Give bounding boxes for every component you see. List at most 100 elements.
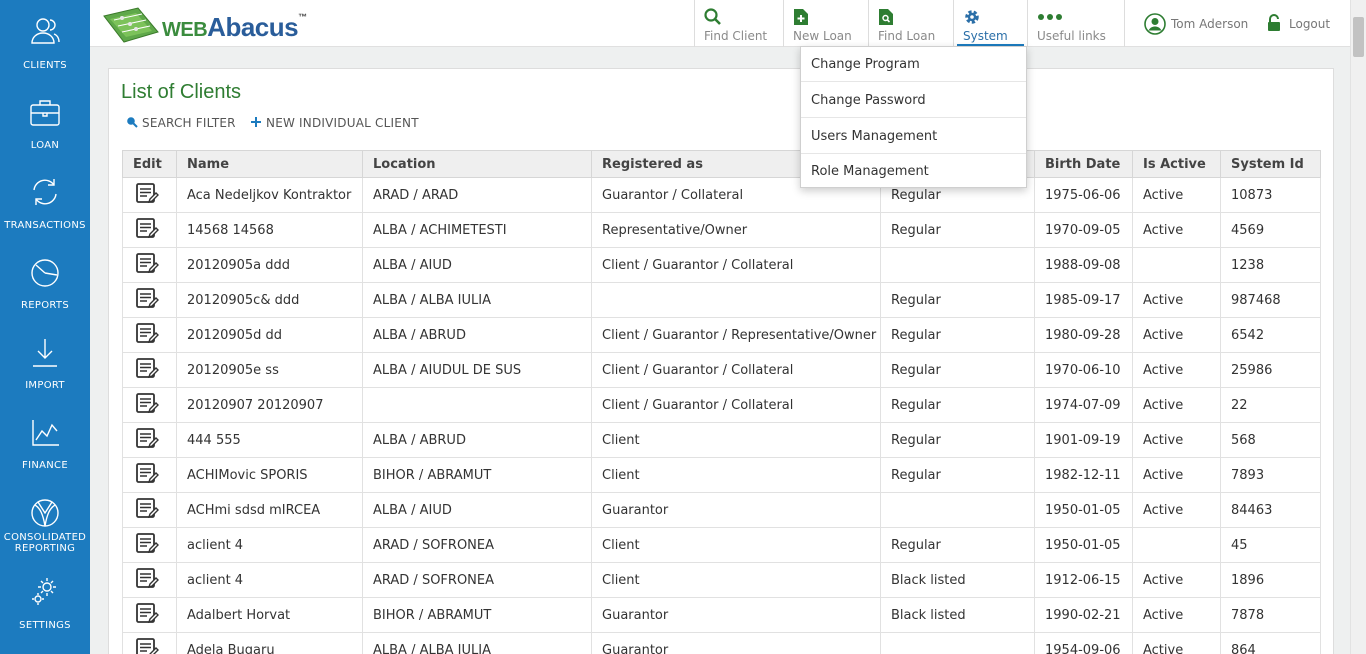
edit-icon[interactable] xyxy=(135,251,159,275)
sidebar-item-import[interactable]: IMPORT xyxy=(0,320,90,400)
table-row[interactable]: 20120905c& ddd ALBA / ALBA IULIA Regular 19… xyxy=(122,282,1321,318)
table-row[interactable]: 20120905a ddd ALBA / AIUD Client / Guarant… xyxy=(122,247,1321,283)
table-row[interactable]: aclient 4 ARAD / SOFRONEA Client Regular 195… xyxy=(122,527,1321,563)
edit-icon[interactable] xyxy=(135,566,159,590)
edit-icon[interactable] xyxy=(135,461,159,485)
nav-find-loan[interactable]: Find Loan xyxy=(868,0,953,47)
top-header: WEBAbacus™ Find Client New Loan Find Loa… xyxy=(90,0,1350,47)
sidebar-item-reports[interactable]: REPORTS xyxy=(0,240,90,320)
table-row[interactable]: 20120905d dd ALBA / ABRUD Client / Guarant… xyxy=(122,317,1321,353)
location-cell: ALBA / ABRUD xyxy=(362,317,592,353)
is-active-cell: Active xyxy=(1132,212,1221,248)
page-scrollbar[interactable] xyxy=(1350,0,1366,654)
location-cell: ALBA / AIUD xyxy=(362,247,592,283)
table-row[interactable]: ACHmi sdsd mIRCEA ALBA / AIUD Guarantor 195… xyxy=(122,492,1321,528)
user-avatar-icon[interactable] xyxy=(1144,13,1166,35)
is-active-cell: Active xyxy=(1132,632,1221,654)
page-title: List of Clients xyxy=(121,81,242,103)
edit-icon[interactable] xyxy=(135,321,159,345)
download-icon xyxy=(33,339,57,367)
search-filter-button[interactable]: SEARCH FILTER xyxy=(126,116,236,130)
menu-item-users-management[interactable]: Users Management xyxy=(801,119,1026,154)
sidebar-item-loan[interactable]: LOAN xyxy=(0,80,90,160)
menu-item-role-management[interactable]: Role Management xyxy=(801,154,1026,189)
user-area: Tom Aderson Logout xyxy=(1124,0,1350,47)
nav-label: Useful links xyxy=(1037,29,1106,43)
edit-icon[interactable] xyxy=(135,181,159,205)
webabacus-logo[interactable]: WEBAbacus™ xyxy=(102,6,332,44)
client-name-cell: aclient 4 xyxy=(176,527,363,563)
edit-icon[interactable] xyxy=(135,636,159,654)
registered-as-cell: Representative/Owner xyxy=(591,212,881,248)
column-header-is-active[interactable]: Is Active xyxy=(1132,150,1221,178)
sidebar-item-label: TRANSACTIONS xyxy=(4,220,86,231)
table-row[interactable]: 14568 14568 ALBA / ACHIMETESTI Representat… xyxy=(122,212,1321,248)
client-name-cell: ACHmi sdsd mIRCEA xyxy=(176,492,363,528)
edit-cell xyxy=(122,527,177,563)
is-active-cell: Active xyxy=(1132,492,1221,528)
scroll-thumb[interactable] xyxy=(1353,17,1364,57)
location-cell xyxy=(362,387,592,423)
nav-label: System xyxy=(963,29,1008,43)
column-header-name[interactable]: Name xyxy=(176,150,363,178)
table-row[interactable]: 20120905e ss ALBA / AIUDUL DE SUS Client /… xyxy=(122,352,1321,388)
table-row[interactable]: 444 555 ALBA / ABRUD Client Regular 1901-09-… xyxy=(122,422,1321,458)
edit-icon[interactable] xyxy=(135,286,159,310)
sidebar-item-finance[interactable]: FINANCE xyxy=(0,400,90,480)
table-row[interactable]: 20120907 20120907 Client / Guarantor / Co… xyxy=(122,387,1321,423)
nav-new-loan[interactable]: New Loan xyxy=(783,0,868,47)
sidebar-item-consolidated-reporting[interactable]: CONSOLIDATED REPORTING xyxy=(0,480,90,560)
table-header-row: Edit Name Location Registered as Birth D… xyxy=(122,150,1321,178)
new-individual-client-button[interactable]: NEW INDIVIDUAL CLIENT xyxy=(250,116,419,130)
menu-item-change-password[interactable]: Change Password xyxy=(801,83,1026,118)
sidebar-item-settings[interactable]: SETTINGS xyxy=(0,560,90,640)
table-row[interactable]: Adela Bugaru ALBA / ALBA IULIA Guarantor 19… xyxy=(122,632,1321,654)
birth-date-cell: 1980-09-28 xyxy=(1034,317,1133,353)
system-id-cell: 864 xyxy=(1220,632,1321,654)
sidebar-item-transactions[interactable]: TRANSACTIONS xyxy=(0,160,90,240)
dots-icon xyxy=(1038,14,1062,20)
system-id-cell: 84463 xyxy=(1220,492,1321,528)
nav-system[interactable]: System xyxy=(953,0,1027,47)
edit-icon[interactable] xyxy=(135,356,159,380)
table-row[interactable]: Aca Nedeljkov Kontraktor ARAD / ARAD Guara… xyxy=(122,177,1321,213)
edit-icon[interactable] xyxy=(135,531,159,555)
sidebar-item-clients[interactable]: CLIENTS xyxy=(0,0,90,80)
edit-icon[interactable] xyxy=(135,601,159,625)
table-row[interactable]: aclient 4 ARAD / SOFRONEA Client Black list… xyxy=(122,562,1321,598)
status-cell: Regular xyxy=(880,527,1035,563)
menu-item-change-program[interactable]: Change Program xyxy=(801,47,1026,82)
is-active-cell xyxy=(1132,247,1221,283)
table-row[interactable]: ACHIMovic SPORIS BIHOR / ABRAMUT Client Reg… xyxy=(122,457,1321,493)
users-icon xyxy=(31,18,60,44)
edit-icon[interactable] xyxy=(135,426,159,450)
nav-label: Find Client xyxy=(704,29,768,43)
status-cell: Regular xyxy=(880,422,1035,458)
column-header-edit[interactable]: Edit xyxy=(122,150,177,178)
client-name-cell: 444 555 xyxy=(176,422,363,458)
edit-cell xyxy=(122,282,177,318)
gear-icon xyxy=(965,10,979,24)
birth-date-cell: 1982-12-11 xyxy=(1034,457,1133,493)
location-cell: ALBA / ABRUD xyxy=(362,422,592,458)
nav-find-client[interactable]: Find Client xyxy=(694,0,784,47)
edit-icon[interactable] xyxy=(135,496,159,520)
logout-link[interactable]: Logout xyxy=(1289,17,1330,31)
system-id-cell: 7893 xyxy=(1220,457,1321,493)
column-header-system-id[interactable]: System Id xyxy=(1220,150,1321,178)
edit-icon[interactable] xyxy=(135,216,159,240)
birth-date-cell: 1988-09-08 xyxy=(1034,247,1133,283)
column-header-birth-date[interactable]: Birth Date xyxy=(1034,150,1133,178)
clients-panel: List of Clients SEARCH FILTER NEW INDIVI… xyxy=(108,68,1334,654)
table-row[interactable]: Adalbert Horvat BIHOR / ABRAMUT Guarantor B… xyxy=(122,597,1321,633)
edit-icon[interactable] xyxy=(135,391,159,415)
birth-date-cell: 1970-06-10 xyxy=(1034,352,1133,388)
sidebar-item-label: LOAN xyxy=(30,140,60,151)
location-cell: BIHOR / ABRAMUT xyxy=(362,457,592,493)
is-active-cell: Active xyxy=(1132,457,1221,493)
is-active-cell: Active xyxy=(1132,597,1221,633)
find-document-icon xyxy=(879,9,893,25)
nav-useful-links[interactable]: Useful links xyxy=(1027,0,1124,47)
user-name[interactable]: Tom Aderson xyxy=(1171,17,1248,31)
column-header-location[interactable]: Location xyxy=(362,150,592,178)
